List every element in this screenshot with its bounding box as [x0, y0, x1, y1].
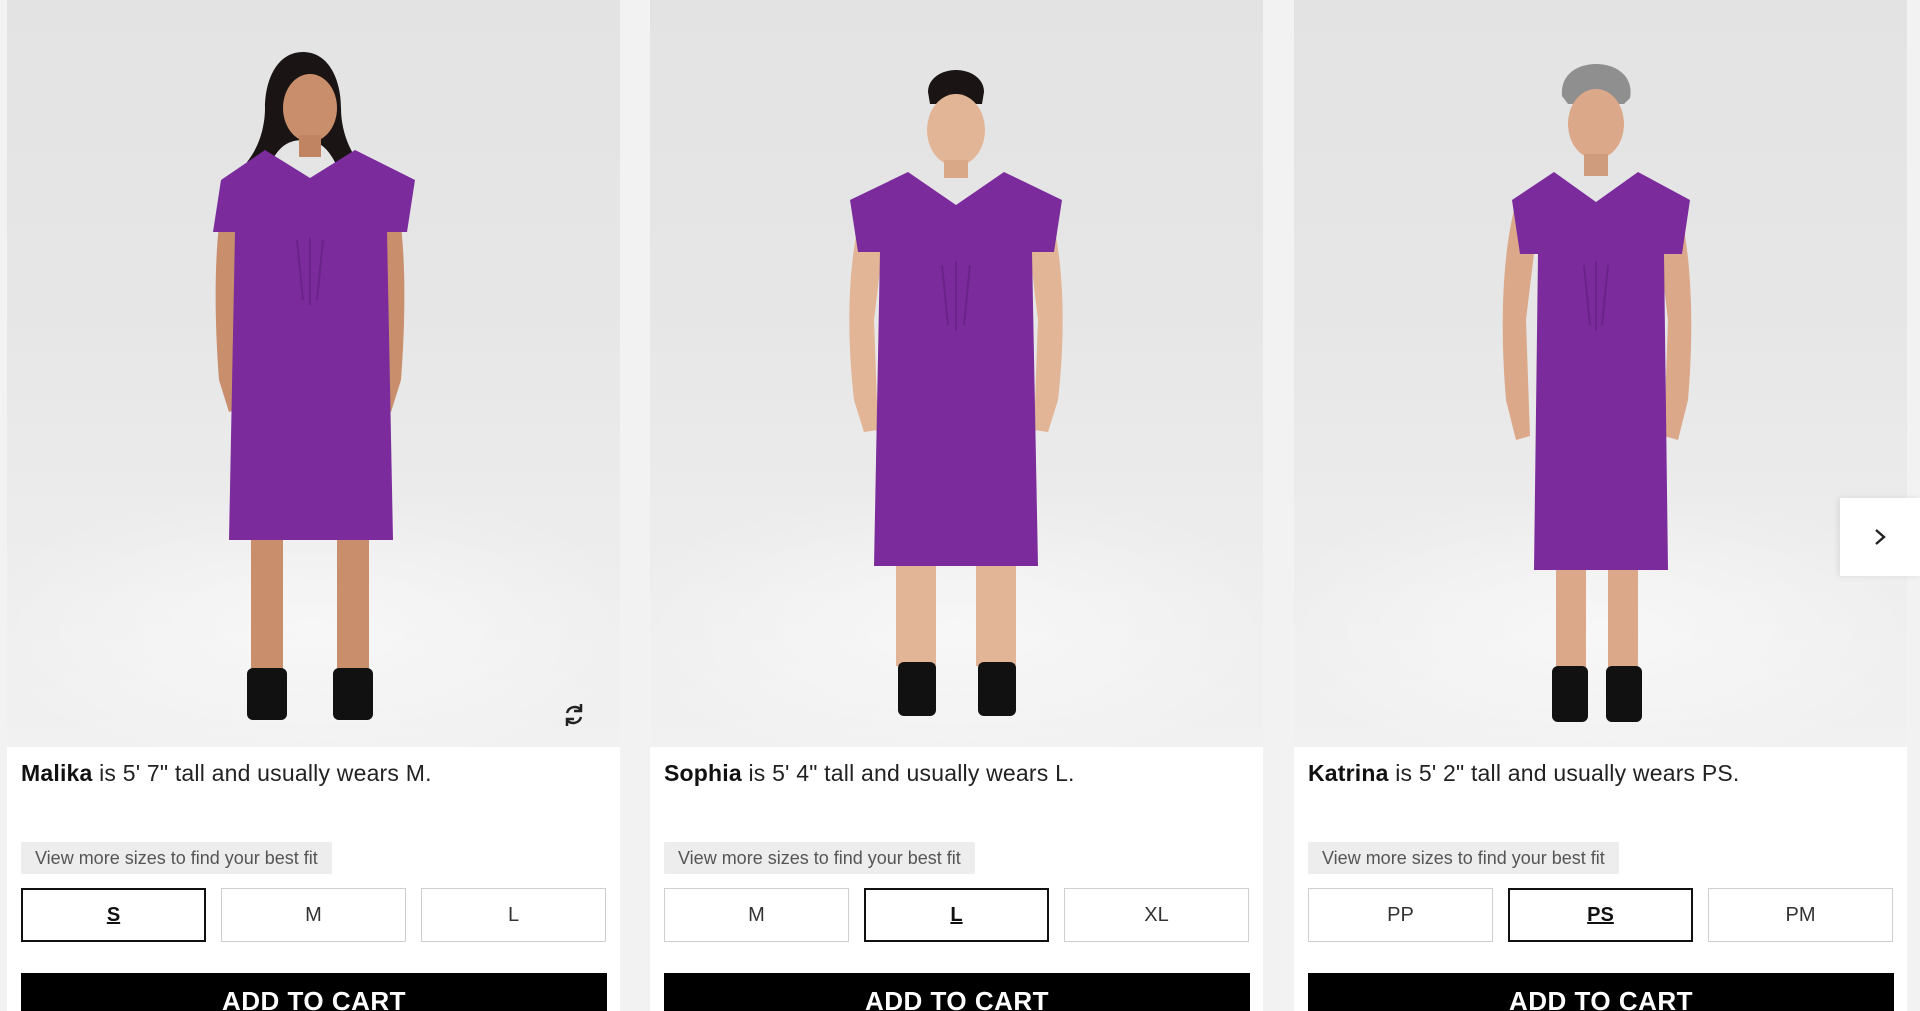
size-option-ps[interactable]: PS: [1508, 888, 1693, 942]
model-caption-text: is 5' 2" tall and usually wears PS.: [1388, 760, 1740, 786]
size-selector: M L XL: [664, 888, 1250, 944]
size-option-l[interactable]: L: [864, 888, 1049, 942]
model-name: Sophia: [664, 760, 742, 786]
chevron-right-icon: [1875, 529, 1886, 545]
size-selector: PP PS PM: [1308, 888, 1894, 944]
model-name: Katrina: [1308, 760, 1389, 786]
model-photo-katrina: [1294, 0, 1907, 747]
carousel-next-button[interactable]: [1840, 498, 1920, 576]
add-to-cart-button[interactable]: ADD TO CART: [21, 973, 607, 1011]
model-caption-text: is 5' 7" tall and usually wears M.: [92, 760, 432, 786]
model-caption: Malika is 5' 7" tall and usually wears M…: [21, 760, 611, 787]
size-option-s[interactable]: S: [21, 888, 206, 942]
model-name: Malika: [21, 760, 93, 786]
model-figure: [849, 70, 1063, 716]
size-option-pp[interactable]: PP: [1308, 888, 1493, 942]
model-card-malika: Malika is 5' 7" tall and usually wears M…: [7, 0, 620, 1011]
model-caption: Sophia is 5' 4" tall and usually wears L…: [664, 760, 1254, 787]
size-selector: S M L: [21, 888, 607, 944]
size-option-m[interactable]: M: [664, 888, 849, 942]
size-hint: View more sizes to find your best fit: [1308, 842, 1619, 874]
model-photo-sophia: [650, 0, 1263, 747]
size-option-l[interactable]: L: [421, 888, 606, 942]
model-card-katrina: Katrina is 5' 2" tall and usually wears …: [1294, 0, 1907, 1011]
model-figure: [1502, 64, 1692, 722]
model-carousel: Malika is 5' 7" tall and usually wears M…: [0, 0, 1920, 1011]
size-option-xl[interactable]: XL: [1064, 888, 1249, 942]
model-photo-malika: [7, 0, 620, 747]
model-caption-text: is 5' 4" tall and usually wears L.: [741, 760, 1075, 786]
size-hint: View more sizes to find your best fit: [664, 842, 975, 874]
size-option-pm[interactable]: PM: [1708, 888, 1893, 942]
model-figure: [213, 52, 415, 720]
model-card-sophia: Sophia is 5' 4" tall and usually wears L…: [650, 0, 1263, 1011]
size-option-m[interactable]: M: [221, 888, 406, 942]
add-to-cart-button[interactable]: ADD TO CART: [664, 973, 1250, 1011]
add-to-cart-button[interactable]: ADD TO CART: [1308, 973, 1894, 1011]
model-caption: Katrina is 5' 2" tall and usually wears …: [1308, 760, 1898, 787]
size-hint: View more sizes to find your best fit: [21, 842, 332, 874]
swap-model-icon[interactable]: [559, 700, 589, 730]
